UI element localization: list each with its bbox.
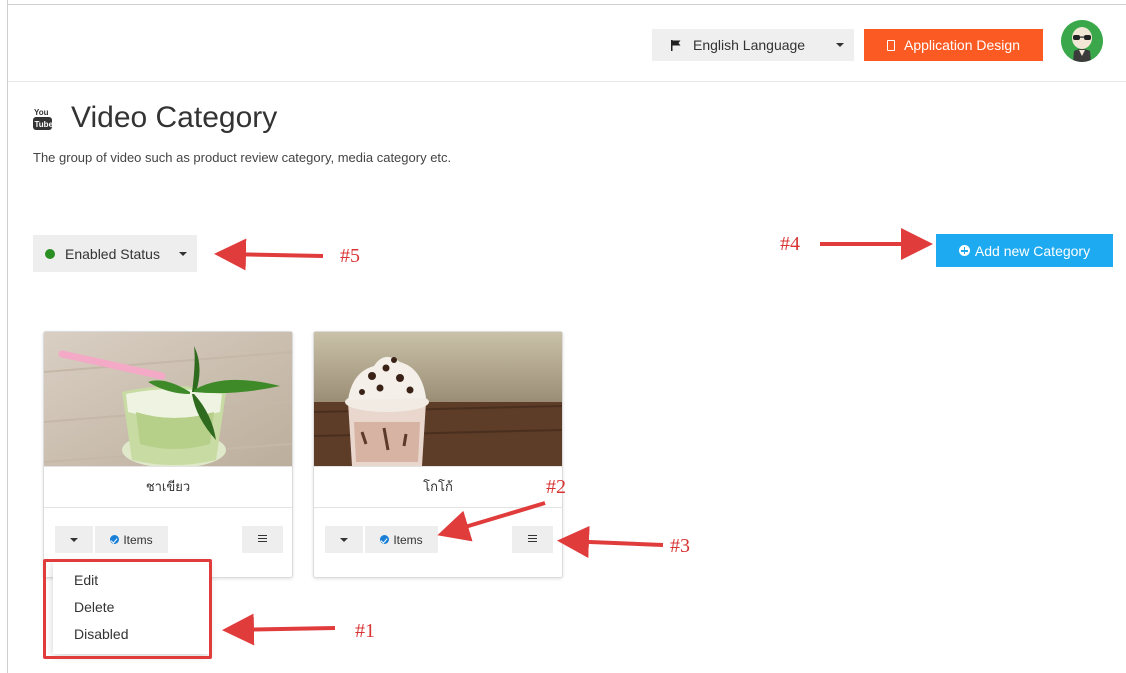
menu-item-delete[interactable]: Delete — [74, 599, 114, 615]
menu-item-disabled[interactable]: Disabled — [74, 626, 128, 642]
youtube-icon: You Tube — [33, 108, 53, 130]
items-label: Items — [123, 532, 153, 547]
card-actions-menu: Edit Delete Disabled — [53, 561, 209, 654]
category-image — [44, 332, 292, 466]
menu-bar — [258, 541, 267, 542]
menu-bar — [258, 535, 267, 536]
chevron-down-icon — [179, 252, 187, 256]
category-image — [314, 332, 562, 466]
add-new-category-button[interactable]: Add new Category — [936, 234, 1113, 267]
menu-bar — [528, 535, 537, 536]
items-label: Items — [393, 532, 423, 547]
annotation-label-3: #3 — [670, 535, 690, 557]
arrow-3 — [557, 525, 664, 558]
annotation-label-2: #2 — [546, 476, 566, 498]
plus-circle-icon — [958, 245, 970, 256]
items-button[interactable]: Items — [95, 526, 168, 553]
status-dot-icon — [45, 248, 55, 259]
avatar[interactable] — [1061, 20, 1103, 62]
flag-icon — [671, 40, 681, 51]
add-new-category-label: Add new Category — [974, 242, 1091, 259]
menu-bar — [258, 538, 267, 539]
annotation-label-5: #5 — [340, 245, 360, 267]
page-title: Video Category — [71, 101, 278, 134]
svg-text:You: You — [34, 108, 49, 117]
mobile-icon — [887, 39, 896, 51]
check-circle-icon — [380, 535, 390, 544]
user-avatar-icon — [1061, 20, 1103, 62]
check-circle-icon — [110, 535, 120, 544]
frame-border-left — [7, 0, 8, 673]
top-bar: English Language Application Design — [8, 5, 1126, 82]
language-dropdown[interactable]: English Language — [652, 29, 854, 61]
annotation-label-1: #1 — [355, 620, 375, 642]
svg-text:Tube: Tube — [35, 120, 53, 129]
application-design-label: Application Design — [904, 37, 1020, 53]
arrow-1 — [222, 613, 336, 646]
status-filter-label: Enabled Status — [65, 245, 160, 262]
annotation-label-4: #4 — [780, 233, 800, 255]
category-card: ชาเขียว Items — [43, 331, 293, 578]
hamburger-menu-button[interactable] — [512, 526, 553, 553]
menu-bar — [528, 541, 537, 542]
menu-item-edit[interactable]: Edit — [74, 572, 98, 588]
card-actions-dropdown-button[interactable] — [325, 526, 363, 553]
arrow-5 — [214, 238, 324, 271]
category-card: โกโก้ Items — [313, 331, 563, 578]
application-design-button[interactable]: Application Design — [864, 29, 1043, 61]
card-actions-dropdown-button[interactable] — [55, 526, 93, 553]
items-button[interactable]: Items — [365, 526, 438, 553]
category-name: ชาเขียว — [44, 466, 292, 508]
chevron-down-icon — [836, 43, 844, 47]
screenshot-frame: English Language Application Design You … — [0, 0, 1126, 673]
hamburger-menu-button[interactable] — [242, 526, 283, 553]
category-name: โกโก้ — [314, 466, 562, 508]
language-label: English Language — [693, 37, 806, 53]
page-subtitle: The group of video such as product revie… — [33, 150, 452, 165]
menu-bar — [528, 538, 537, 539]
status-filter-dropdown[interactable]: Enabled Status — [33, 235, 197, 272]
